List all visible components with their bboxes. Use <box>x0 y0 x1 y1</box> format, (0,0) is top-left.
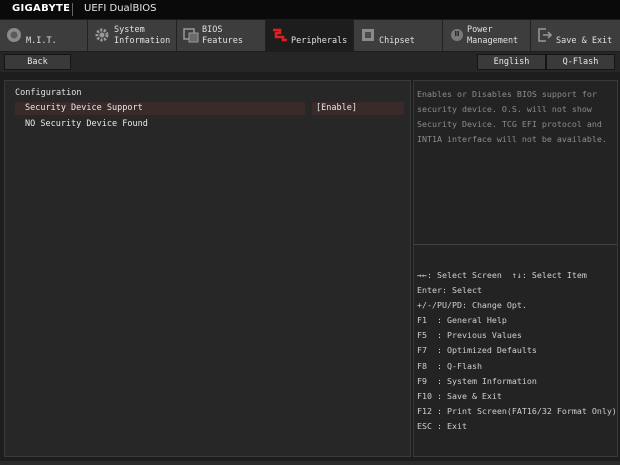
key-hint: +/-/PU/PD: Change Opt. <box>417 300 527 311</box>
tab-peripherals[interactable]: Peripherals <box>266 20 354 51</box>
tab-label: Chipset <box>379 36 415 46</box>
bios-features-icon <box>183 28 199 43</box>
gear-icon <box>95 28 109 42</box>
back-button[interactable]: Back <box>4 54 71 70</box>
key-hint: F1 : General Help <box>417 315 507 326</box>
key-hint: Enter: Select <box>417 285 482 296</box>
help-divider <box>414 244 617 245</box>
tab-bios-features[interactable]: BIOS Features <box>177 20 266 51</box>
tab-save-exit[interactable]: Save & Exit <box>531 20 620 51</box>
tab-label: BIOS Features <box>202 25 243 46</box>
language-button[interactable]: English <box>477 54 546 70</box>
qflash-button[interactable]: Q-Flash <box>546 54 615 70</box>
main-tab-bar: M.I.T. System Information BIOS Features Pe… <box>0 20 620 51</box>
mit-dial-icon <box>7 28 21 42</box>
tab-label: System Information <box>114 25 171 46</box>
setting-value-dropdown[interactable]: [Enable] <box>316 103 357 113</box>
key-hint: F5 : Previous Values <box>417 330 522 341</box>
title-divider <box>72 3 73 16</box>
sub-toolbar: Back English Q-Flash <box>0 52 620 72</box>
exit-icon <box>538 28 553 42</box>
tab-label: Peripherals <box>291 36 348 46</box>
key-hint: →←: Select Screen ↑↓: Select Item <box>417 270 587 280</box>
setting-label: Security Device Support <box>25 103 143 113</box>
help-description: Enables or Disables BIOS support for sec… <box>417 89 607 144</box>
tab-label: Save & Exit <box>556 36 613 46</box>
bottom-border <box>0 461 620 465</box>
title-bar: GIGABYTE UEFI DualBIOS <box>0 0 620 19</box>
key-hint: F8 : Q-Flash <box>417 360 482 371</box>
key-legend: →←: Select Screen ↑↓: Select Item Enter:… <box>417 268 617 434</box>
tab-system-information[interactable]: System Information <box>88 20 177 51</box>
tab-chipset[interactable]: Chipset <box>354 20 443 51</box>
key-hint: F7 : Optimized Defaults <box>417 345 537 356</box>
tab-label: Power Management <box>467 25 519 46</box>
settings-panel: Configuration Security Device Support [E… <box>4 80 411 457</box>
product-title: UEFI DualBIOS <box>84 3 157 14</box>
help-panel: Enables or Disables BIOS support for sec… <box>413 80 618 457</box>
setting-row-no-security-device: NO Security Device Found <box>15 118 405 131</box>
setting-row-security-device-support[interactable]: Security Device Support [Enable] <box>15 102 405 115</box>
brand-logo: GIGABYTE <box>12 3 71 14</box>
key-hint: F12 : Print Screen(FAT16/32 Format Only) <box>417 405 617 416</box>
power-plug-icon <box>451 29 463 41</box>
tab-power-management[interactable]: Power Management <box>443 20 531 51</box>
section-title: Configuration <box>15 88 82 98</box>
chip-icon <box>362 29 374 41</box>
tab-label: M.I.T. <box>26 36 57 46</box>
tab-mit[interactable]: M.I.T. <box>0 20 88 51</box>
setting-label: NO Security Device Found <box>25 119 148 129</box>
key-hint: ESC : Exit <box>417 420 467 431</box>
key-hint: F10 : Save & Exit <box>417 390 502 401</box>
key-hint: F9 : System Information <box>417 375 537 386</box>
peripherals-plug-icon <box>273 28 287 42</box>
